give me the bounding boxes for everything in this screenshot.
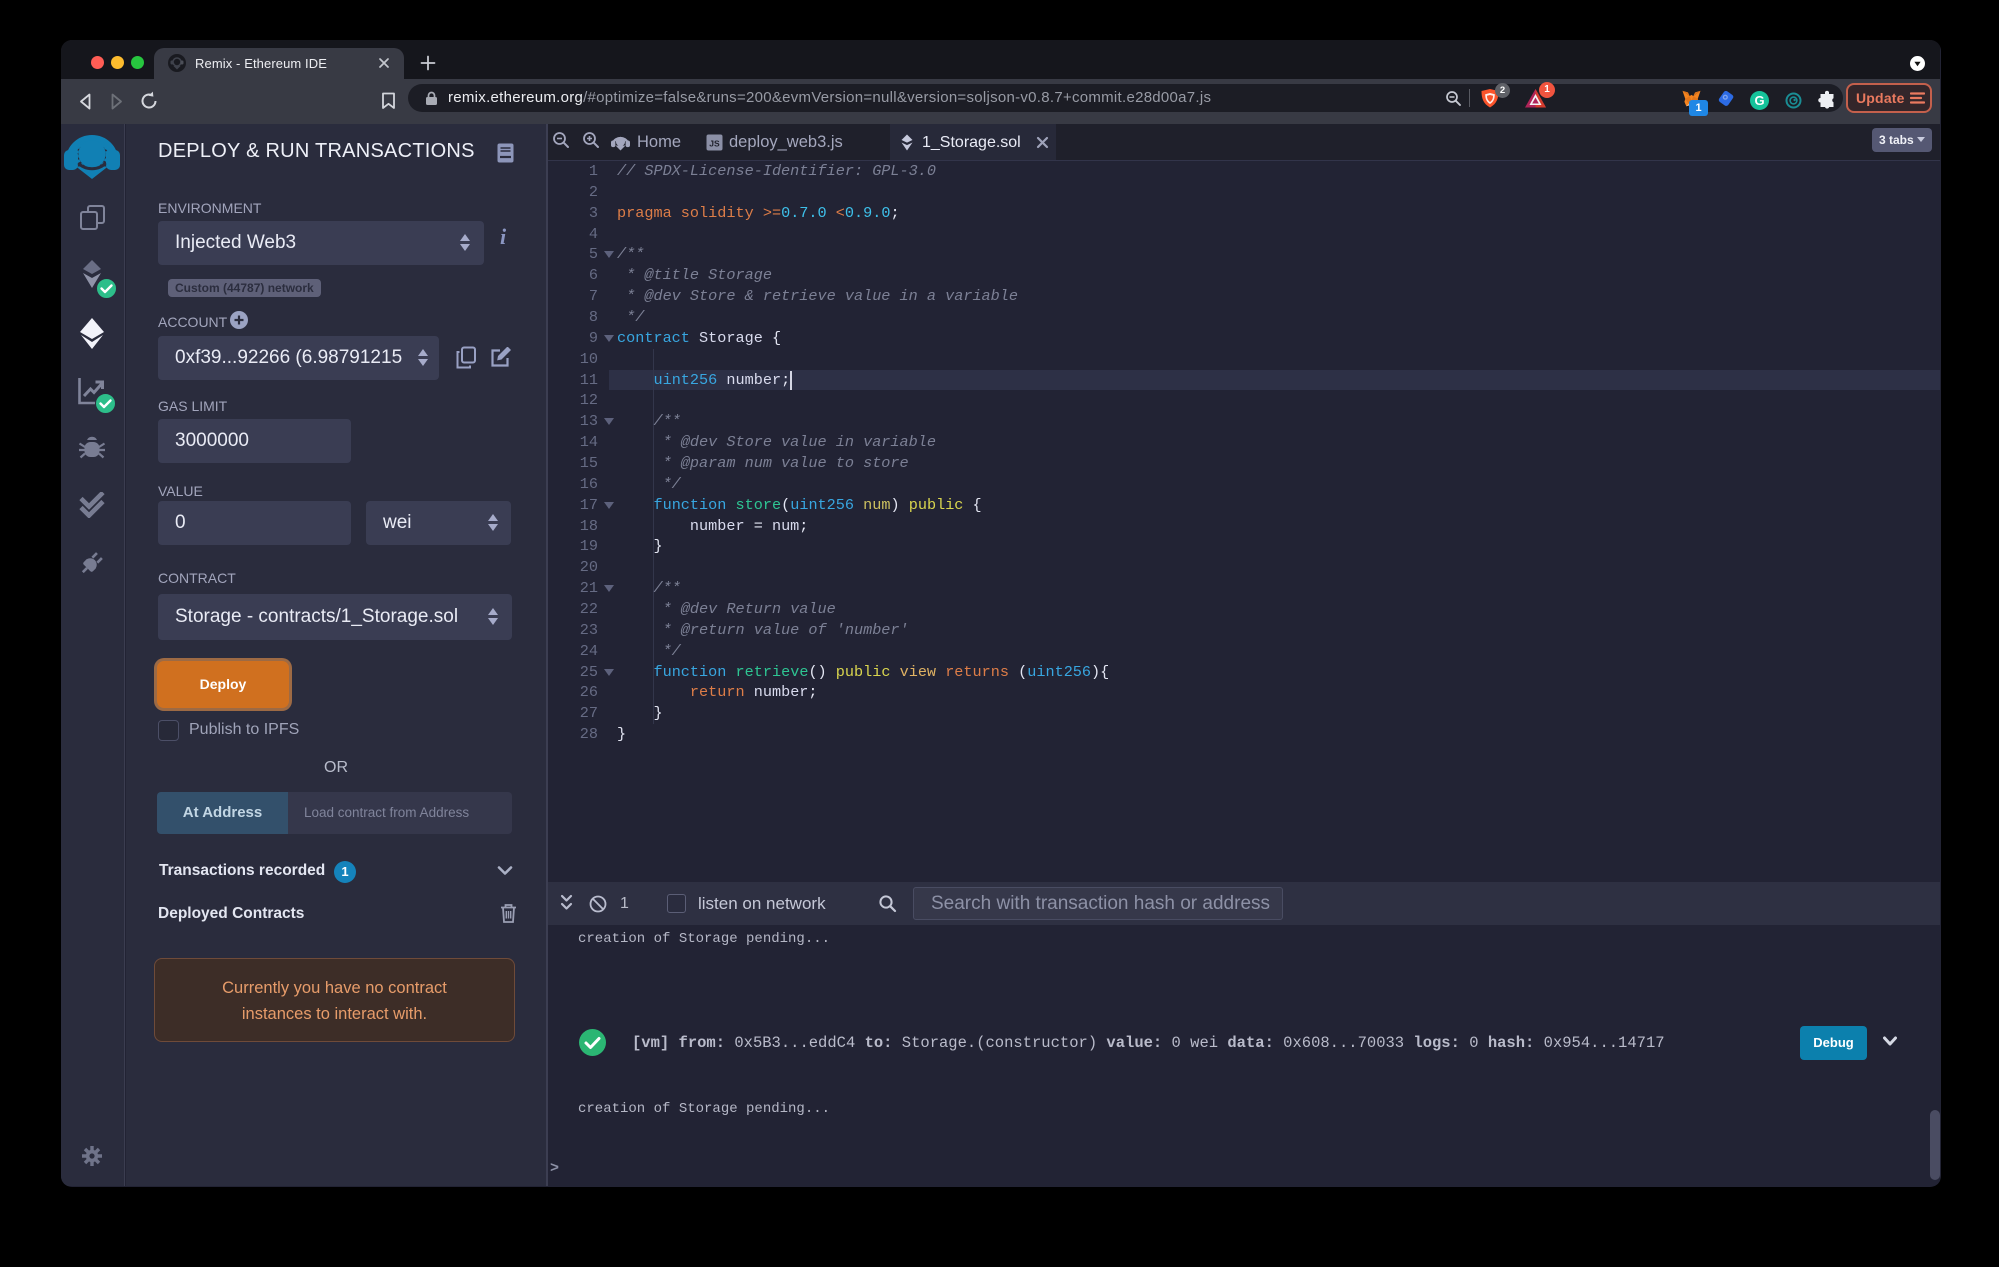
svg-text:JS: JS: [709, 139, 720, 149]
